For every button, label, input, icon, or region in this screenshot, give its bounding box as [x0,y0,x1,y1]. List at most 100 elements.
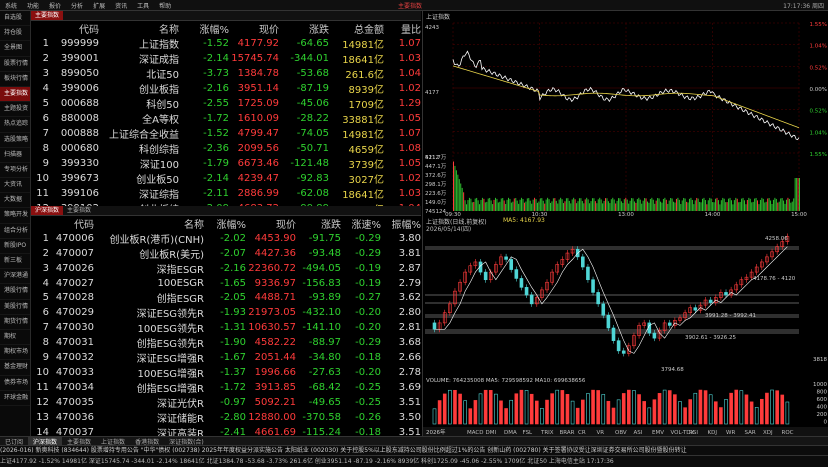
sidebar-item-10[interactable]: 专项分析 [0,163,30,179]
table-row[interactable]: 10 399673 创业板50 -2.14 4239.47 -92.83 3027亿 1.02 [31,171,421,186]
cn_table-cell: -156.83 [302,277,341,289]
table-row[interactable]: 11 399106 深证综指 -2.11 2886.99 -62.08 18641亿 1.03 [31,186,421,201]
volume-bar [484,202,486,211]
volume-bar [509,198,511,211]
table-row[interactable]: 7 470030 100ESG领先R -1.31 10630.57 -141.10 -0.2… [31,320,421,335]
sidebar-item-14[interactable]: 组合分析 [0,224,30,239]
table-row[interactable]: 7 000888 上证综合全收益 -1.52 4799.47 -74.05 14981亿 1.… [31,126,421,141]
table-row[interactable]: 4 399006 创业板指 -2.16 3951.14 -87.19 8939亿 1.02 [31,81,421,96]
index_table-header-1[interactable]: 代码 [49,21,99,36]
index_table-cell: 880008 [60,113,99,124]
candle-body [591,279,595,293]
table-row[interactable]: 12 470035 深证光伏R -0.97 5092.21 -49.65 -0.25 3.51 [31,395,421,410]
volume-bar [642,200,644,211]
index_table-header-7[interactable]: 量比 [384,21,421,36]
volume-bar [564,201,566,211]
sidebar-item-3[interactable]: 股票行情 [0,57,30,72]
table-row[interactable]: 8 470031 创指ESG领先R -1.90 4582.22 -88.97 -0.29 3.… [31,335,421,350]
volume-bar [477,200,479,211]
sidebar-item-24[interactable]: 债券市场 [0,376,30,391]
sidebar-item-16[interactable]: 新三板 [0,254,30,270]
table-row[interactable]: 3 470026 深指ESGR -2.16 22360.72 -494.05 -0.19 2.… [31,261,421,276]
table-row[interactable]: 5 000688 科创50 -2.55 1725.09 -45.06 1709亿 1.29 [31,96,421,111]
menu-help[interactable]: 帮助 [154,1,176,10]
table-row[interactable]: 2 470007 创业板R(美元) -2.07 4427.36 -93.48 -0.29 3.… [31,246,421,261]
cn_table-header-0[interactable] [31,216,49,231]
cn_table-header-4[interactable]: 现价 [246,216,296,231]
cn_table-cell: 2.66 [398,352,421,364]
table-row[interactable]: 1 999999 上证指数 -1.52 4177.92 -64.65 14981亿 1.07 [31,36,421,51]
sidebar-item-21[interactable]: 期权 [0,330,30,346]
volume-bar [493,199,495,211]
cn_table-header-2[interactable]: 名称 [94,216,204,231]
menu-quote[interactable]: 报价 [44,1,66,10]
table-row[interactable]: 2 399001 深证成指 -2.14 15745.74 -344.01 18641亿 1.0… [31,51,421,66]
index_table-cell: -1.72 [203,113,229,124]
tab-sh-sz-index[interactable]: 沪深指数 [31,206,64,215]
cn_table-header-6[interactable]: 涨速% [341,216,381,231]
sidebar-item-19[interactable]: 美股行情 [0,300,30,315]
sidebar-item-25[interactable]: 环球金融 [0,391,30,406]
table-row[interactable]: 1 470006 创业板R(港币)(CNH) -2.02 4453.90 -91.75 -0… [31,231,421,246]
sidebar-item-22[interactable]: 期权市场 [0,345,30,361]
menu-bar: 系统 功能 报价 分析 扩展 资讯 工具 帮助 主要指数 17:17:36 周四 [0,0,828,11]
cn_table-header-5[interactable]: 涨跌 [296,216,341,231]
table-row[interactable]: 6 470029 深证ESG领先R -1.93 21973.05 -432.10 -0.20… [31,305,421,320]
index_table-header-0[interactable] [31,21,49,36]
volume-bar [613,199,615,211]
sidebar-item-18[interactable]: 港股行情 [0,284,30,300]
cn_table-header-7[interactable]: 振幅% [381,216,421,231]
sidebar-item-13[interactable]: 策略开发 [0,208,30,224]
sidebar-item-8[interactable]: 选股策略 [0,133,30,148]
table-row[interactable]: 5 470028 创指ESGR -2.05 4488.71 -93.89 -0.27 3.62 [31,290,421,305]
menu-tools[interactable]: 工具 [132,1,154,10]
index_table-header-6[interactable]: 总金额 [329,21,384,36]
index_table-header-2[interactable]: 名称 [99,21,179,36]
index_table-cell: 5 [42,98,49,109]
table-row[interactable]: 4 470027 100ESGR -1.65 9336.97 -156.83 -0.19 2.… [31,276,421,290]
table-row[interactable]: 10 470033 100ESG增强R -1.37 1996.66 -27.63 -0.20… [31,365,421,380]
index_table-cell: 999999 [60,38,99,49]
table-row[interactable]: 3 899050 北证50 -3.73 1384.78 -53.68 261.6亿 1.04 [31,66,421,81]
menu-analysis[interactable]: 分析 [66,1,88,10]
table-row[interactable]: 11 470034 创指ESG增强R -1.72 3913.85 -68.42 -0.25 3… [31,380,421,395]
cn_table-header-3[interactable]: 涨幅% [204,216,246,231]
cn_table-cell: -1.65 [220,277,246,289]
sidebar-item-17[interactable]: 沪深港通 [0,269,30,285]
volume-bar [570,203,572,211]
menu-function[interactable]: 功能 [22,1,44,10]
index_table-header-4[interactable]: 现价 [229,21,279,36]
sidebar-item-11[interactable]: 大资讯 [0,178,30,194]
sidebar-item-0[interactable]: 自选股 [0,11,30,27]
sidebar-item-5[interactable]: 主要指数 [0,86,30,103]
menu-extension[interactable]: 扩展 [88,1,110,10]
sidebar-item-6[interactable]: 主题投资 [0,102,30,118]
cn_table-cell: -68.42 [308,382,341,394]
menu-system[interactable]: 系统 [0,1,22,10]
kline-chart[interactable]: 上证指数(日线,前复权) 2026/05/14(四) MA5: 4167.93 … [422,216,828,436]
volume-bar [638,197,640,211]
table-row[interactable]: 8 000680 科创综指 -2.36 2099.56 -50.71 4659亿 1.08 [31,141,421,156]
sidebar-item-15[interactable]: 新股IPO [0,239,30,254]
menu-info[interactable]: 资讯 [110,1,132,10]
volume-bar [621,393,626,425]
index_table-header-3[interactable]: 涨幅% [179,21,229,36]
sidebar-item-1[interactable]: 持仓股 [0,26,30,42]
sidebar-item-4[interactable]: 板块行情 [0,72,30,87]
sidebar-item-20[interactable]: 期货行情 [0,315,30,330]
sidebar-item-23[interactable]: 基金理财 [0,360,30,376]
volume-bar [558,199,560,211]
sidebar-item-7[interactable]: 热点追踪 [0,117,30,133]
intraday-chart[interactable]: 上证指数 4243 4177 4112 1.55% 1.04% 0.52% 0.00% 0.5… [422,11,828,216]
sidebar-item-9[interactable]: 扫描器 [0,148,30,163]
table-row[interactable]: 6 880008 全A等权 -1.72 1610.09 -28.22 33881亿 1.05 [31,111,421,126]
sidebar-item-2[interactable]: 全景图 [0,41,30,57]
table-row[interactable]: 9 470032 深证ESG增强R -1.67 2051.44 -34.80 -0.18 2.… [31,350,421,365]
table-row[interactable]: 9 399330 深证100 -1.79 6673.46 -121.48 3739亿 1.05 [31,156,421,171]
cn_table-header-1[interactable]: 代码 [49,216,94,231]
tab-main-index-2[interactable]: 主要指数 [63,206,95,215]
table-row[interactable]: 13 470036 深证储能R -2.80 12880.00 -370.58 -0.26 3.… [31,410,421,425]
tab-main-index[interactable]: 主要指数 [31,11,64,20]
index_table-header-5[interactable]: 涨跌 [279,21,329,36]
sidebar-item-12[interactable]: 大数据 [0,193,30,209]
